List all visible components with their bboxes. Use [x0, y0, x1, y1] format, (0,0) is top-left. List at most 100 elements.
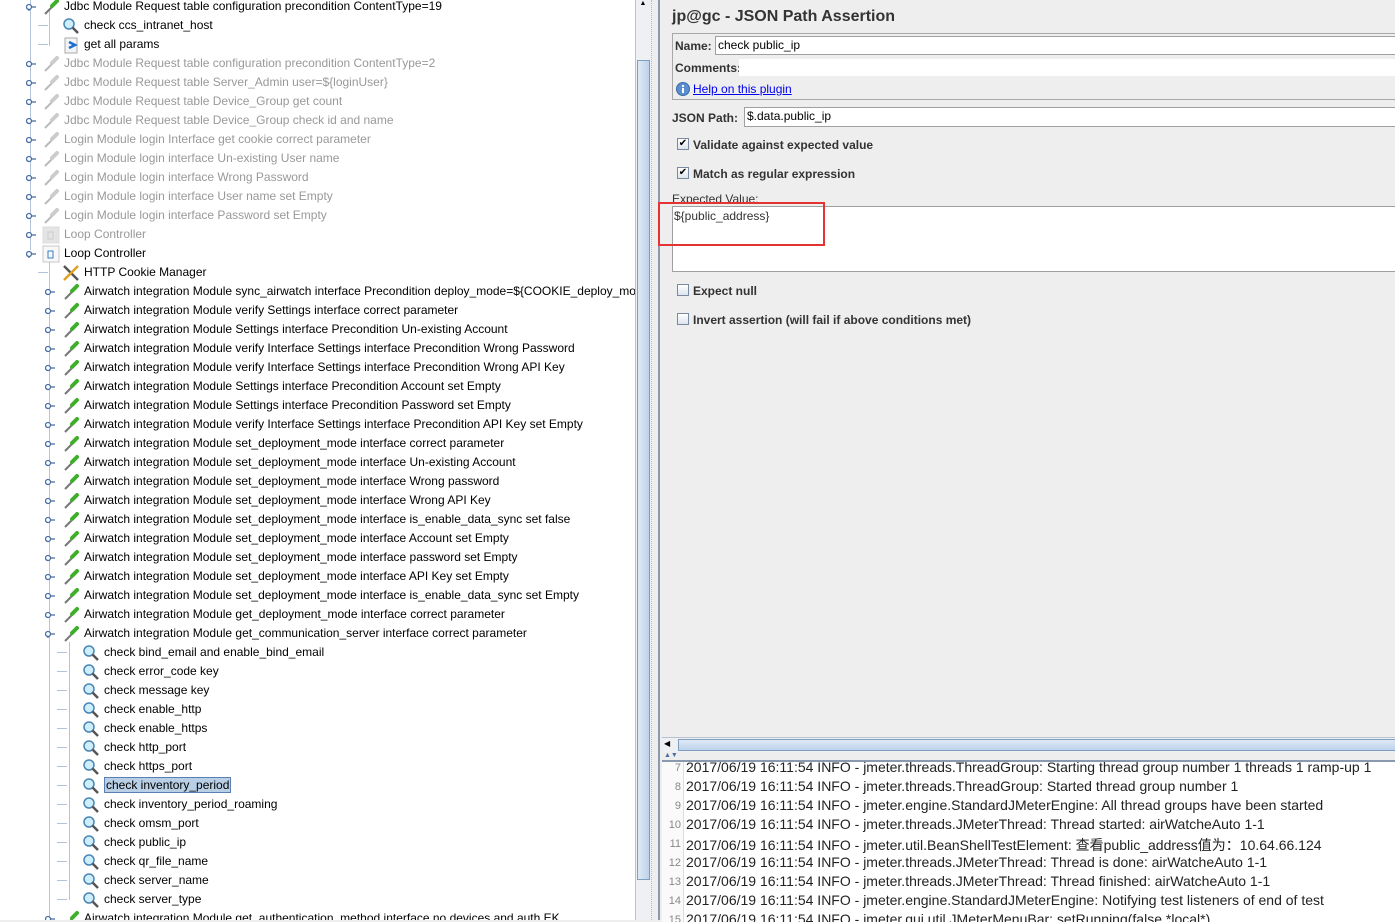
scrollbar-thumb[interactable] — [678, 739, 1395, 751]
tree-expand-handle-icon[interactable] — [26, 98, 36, 106]
tree-expand-handle-icon[interactable] — [26, 79, 36, 87]
expect-null-checkbox[interactable] — [677, 284, 689, 296]
tree-collapse-handle-icon[interactable] — [26, 250, 36, 258]
collapse-expand-arrows-icon[interactable]: ▲▼ — [664, 752, 678, 759]
tree-node[interactable]: check http_port — [0, 738, 635, 757]
tree-expand-handle-icon[interactable] — [45, 478, 55, 486]
tree-node[interactable]: Login Module login interface Password se… — [0, 206, 635, 225]
editor-horizontal-scrollbar[interactable]: ◀ — [662, 737, 1395, 752]
tree-expand-handle-icon[interactable] — [45, 915, 55, 920]
tree-expand-handle-icon[interactable] — [26, 117, 36, 125]
invert-assertion-checkbox[interactable] — [677, 313, 689, 325]
tree-expand-handle-icon[interactable] — [26, 174, 36, 182]
test-plan-tree[interactable]: Jdbc Module Request table configuration … — [0, 0, 635, 920]
regex-checkbox[interactable]: ✔ — [677, 167, 689, 179]
json-path-input[interactable]: $.data.public_ip — [744, 107, 1395, 127]
tree-node[interactable]: Airwatch integration Module Settings int… — [0, 320, 635, 339]
tree-node[interactable]: Jdbc Module Request table Server_Admin u… — [0, 73, 635, 92]
tree-node[interactable]: Airwatch integration Module Settings int… — [0, 377, 635, 396]
tree-expand-handle-icon[interactable] — [26, 155, 36, 163]
tree-node[interactable]: check bind_email and enable_bind_email — [0, 643, 635, 662]
tree-expand-handle-icon[interactable] — [45, 345, 55, 353]
scroll-left-arrow-icon[interactable]: ◀ — [664, 739, 670, 748]
tree-expand-handle-icon[interactable] — [45, 535, 55, 543]
tree-expand-handle-icon[interactable] — [45, 307, 55, 315]
tree-expand-handle-icon[interactable] — [45, 611, 55, 619]
tree-node[interactable]: Airwatch integration Module sync_airwatc… — [0, 282, 635, 301]
tree-node[interactable]: Jdbc Module Request table Device_Group g… — [0, 92, 635, 111]
tree-expand-handle-icon[interactable] — [45, 326, 55, 334]
tree-expand-handle-icon[interactable] — [45, 554, 55, 562]
tree-node[interactable]: Airwatch integration Module set_deployme… — [0, 548, 635, 567]
tree-node[interactable]: Airwatch integration Module get_communic… — [0, 624, 635, 643]
tree-node[interactable]: check inventory_period — [0, 776, 635, 795]
tree-expand-handle-icon[interactable] — [26, 193, 36, 201]
tree-vertical-scrollbar[interactable]: ▲ — [635, 0, 651, 920]
tree-node-label: Airwatch integration Module set_deployme… — [84, 455, 516, 469]
tree-node[interactable]: Airwatch integration Module get_authenti… — [0, 909, 635, 920]
tree-node[interactable]: Airwatch integration Module verify Inter… — [0, 415, 635, 434]
tree-node[interactable]: Airwatch integration Module verify Inter… — [0, 358, 635, 377]
tree-node[interactable]: Airwatch integration Module get_deployme… — [0, 605, 635, 624]
tree-node[interactable]: get all params — [0, 35, 635, 54]
tree-collapse-handle-icon[interactable] — [26, 3, 36, 11]
scrollbar-thumb[interactable] — [637, 60, 650, 880]
tree-node[interactable]: Login Module login interface Un-existing… — [0, 149, 635, 168]
tree-node[interactable]: check enable_http — [0, 700, 635, 719]
tree-node[interactable]: Login Module login interface Wrong Passw… — [0, 168, 635, 187]
tree-node[interactable]: Login Module login Interface get cookie … — [0, 130, 635, 149]
tree-expand-handle-icon[interactable] — [45, 383, 55, 391]
tree-node[interactable]: check public_ip — [0, 833, 635, 852]
tree-node[interactable]: Airwatch integration Module set_deployme… — [0, 491, 635, 510]
tree-node[interactable]: Airwatch integration Module set_deployme… — [0, 472, 635, 491]
tree-expand-handle-icon[interactable] — [45, 421, 55, 429]
tree-expand-handle-icon[interactable] — [26, 60, 36, 68]
tree-expand-handle-icon[interactable] — [45, 402, 55, 410]
tree-node[interactable]: Airwatch integration Module verify Setti… — [0, 301, 635, 320]
tree-node[interactable]: check omsm_port — [0, 814, 635, 833]
tree-expand-handle-icon[interactable] — [45, 459, 55, 467]
help-link[interactable]: Help on this plugin — [693, 82, 792, 96]
tree-node[interactable]: Airwatch integration Module set_deployme… — [0, 586, 635, 605]
tree-node[interactable]: check ccs_intranet_host — [0, 16, 635, 35]
tree-expand-handle-icon[interactable] — [45, 364, 55, 372]
tree-node[interactable]: check inventory_period_roaming — [0, 795, 635, 814]
tree-node[interactable]: check message key — [0, 681, 635, 700]
tree-node[interactable]: Jdbc Module Request table configuration … — [0, 54, 635, 73]
scroll-up-arrow-icon[interactable]: ▲ — [636, 0, 650, 8]
tree-node[interactable]: check server_name — [0, 871, 635, 890]
tree-node[interactable]: Login Module login interface User name s… — [0, 187, 635, 206]
tree-expand-handle-icon[interactable] — [45, 573, 55, 581]
tree-node[interactable]: Loop Controller — [0, 225, 635, 244]
log-viewer[interactable]: 7 2017/06/19 16:11:54 INFO - jmeter.threa… — [662, 760, 1395, 922]
tree-node[interactable]: Airwatch integration Module verify Inter… — [0, 339, 635, 358]
validate-checkbox[interactable]: ✔ — [677, 138, 689, 150]
tree-node[interactable]: check https_port — [0, 757, 635, 776]
name-input[interactable]: check public_ip — [715, 36, 1395, 55]
tree-node[interactable]: Jdbc Module Request table Device_Group c… — [0, 111, 635, 130]
tree-node[interactable]: Airwatch integration Module set_deployme… — [0, 529, 635, 548]
tree-node[interactable]: check error_code key — [0, 662, 635, 681]
tree-expand-handle-icon[interactable] — [45, 288, 55, 296]
tree-node[interactable]: Airwatch integration Module Settings int… — [0, 396, 635, 415]
tree-node[interactable]: Airwatch integration Module set_deployme… — [0, 510, 635, 529]
tree-expand-handle-icon[interactable] — [45, 592, 55, 600]
tree-node[interactable]: Airwatch integration Module set_deployme… — [0, 567, 635, 586]
tree-node[interactable]: Airwatch integration Module set_deployme… — [0, 434, 635, 453]
tree-expand-handle-icon[interactable] — [45, 497, 55, 505]
tree-node[interactable]: Airwatch integration Module set_deployme… — [0, 453, 635, 472]
tree-node[interactable]: Jdbc Module Request table configuration … — [0, 0, 635, 16]
tree-node[interactable]: HTTP Cookie Manager — [0, 263, 635, 282]
tree-node[interactable]: Loop Controller — [0, 244, 635, 263]
tree-expand-handle-icon[interactable] — [45, 440, 55, 448]
tree-expand-handle-icon[interactable] — [45, 516, 55, 524]
tree-collapse-handle-icon[interactable] — [45, 630, 55, 638]
tree-node[interactable]: check enable_https — [0, 719, 635, 738]
comments-input[interactable] — [739, 59, 1395, 76]
tree-node[interactable]: check qr_file_name — [0, 852, 635, 871]
tree-expand-handle-icon[interactable] — [26, 136, 36, 144]
split-pane-divider[interactable] — [651, 0, 660, 920]
tree-node[interactable]: check server_type — [0, 890, 635, 909]
tree-expand-handle-icon[interactable] — [26, 231, 36, 239]
tree-expand-handle-icon[interactable] — [26, 212, 36, 220]
